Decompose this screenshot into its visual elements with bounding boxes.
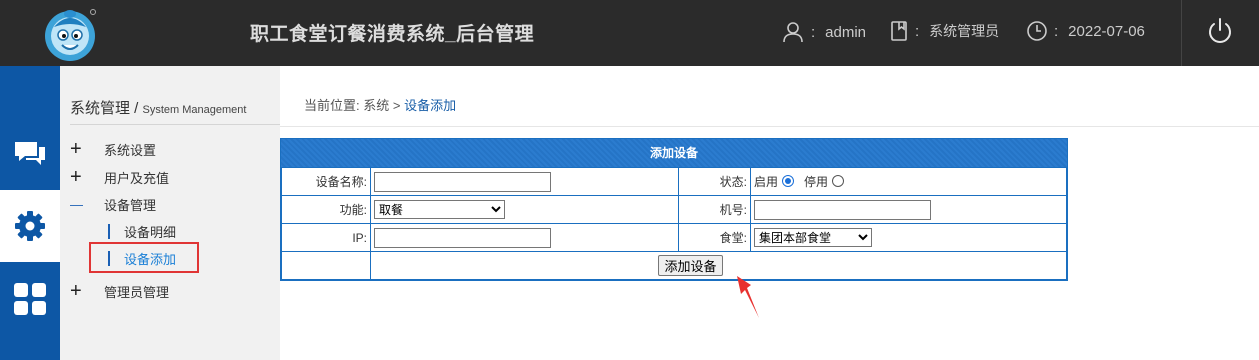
form-row: IP: 食堂: 集团本部食堂 bbox=[281, 223, 1067, 252]
annotation-arrow bbox=[737, 276, 759, 318]
annotation-highlight-box bbox=[89, 242, 199, 273]
sidebar-item-label: 管理员管理 bbox=[104, 284, 170, 300]
ip-label: IP: bbox=[281, 223, 371, 252]
header-divider bbox=[1181, 0, 1182, 66]
power-button[interactable] bbox=[1205, 16, 1235, 46]
add-device-button[interactable]: 添加设备 bbox=[658, 255, 723, 276]
device-name-input[interactable] bbox=[374, 171, 551, 192]
power-icon bbox=[1209, 18, 1231, 43]
status-disabled-radio[interactable] bbox=[832, 175, 845, 187]
ip-input[interactable] bbox=[374, 227, 551, 248]
gear-icon bbox=[15, 211, 45, 241]
expand-plus-icon: + bbox=[70, 138, 82, 160]
sidebar-title-en: System Management bbox=[142, 104, 247, 116]
rail-apps-button[interactable] bbox=[0, 263, 60, 335]
status-label: 状态: bbox=[678, 167, 751, 196]
breadcrumb-divider bbox=[280, 126, 1259, 127]
breadcrumb: 当前位置: 系统 > 设备添加 bbox=[304, 95, 456, 114]
user-icon bbox=[783, 22, 803, 43]
canteen-label: 食堂: bbox=[678, 223, 751, 252]
role-separator: : bbox=[915, 22, 920, 40]
sidebar-title: 系统管理 / System Management bbox=[70, 97, 246, 118]
sidebar-item-admin-management[interactable]: + 管理员管理 bbox=[70, 281, 169, 301]
date-separator: : bbox=[1054, 22, 1059, 40]
book-icon bbox=[891, 21, 907, 41]
status-disabled-label: 停用 bbox=[804, 175, 829, 189]
top-header: 职工食堂订餐消费系统_后台管理 : admin : 系统管理员 : 2022-0… bbox=[0, 0, 1259, 66]
function-select[interactable]: 取餐 bbox=[374, 200, 505, 219]
sidebar: 系统管理 / System Management + 系统设置 + 用户及充值 … bbox=[60, 66, 280, 360]
sidebar-item-label: 系统设置 bbox=[104, 142, 157, 158]
sidebar-item-label: 设备管理 bbox=[104, 198, 157, 213]
date-info: : 2022-07-06 bbox=[1026, 20, 1145, 42]
breadcrumb-current: 设备添加 bbox=[404, 98, 457, 113]
sidebar-title-cn: 系统管理 bbox=[70, 100, 131, 117]
expand-plus-icon: + bbox=[70, 280, 82, 302]
add-device-form: 添加设备 设备名称: 状态: 启用 停用 功能: 取餐 机号: IP: 食堂: bbox=[280, 138, 1068, 281]
canteen-select[interactable]: 集团本部食堂 bbox=[754, 228, 872, 247]
form-row: 设备名称: 状态: 启用 停用 bbox=[281, 167, 1067, 196]
user-info: : admin bbox=[781, 20, 866, 44]
current-date: 2022-07-06 bbox=[1068, 22, 1145, 40]
breadcrumb-prefix: 当前位置: bbox=[304, 98, 360, 113]
app-title: 职工食堂订餐消费系统_后台管理 bbox=[250, 24, 535, 45]
collapse-minus-icon: — bbox=[70, 197, 83, 212]
status-enabled-radio[interactable] bbox=[782, 175, 795, 187]
breadcrumb-path[interactable]: 系统 > bbox=[363, 98, 400, 113]
user-separator: : bbox=[811, 23, 816, 41]
user-name: admin bbox=[825, 23, 867, 41]
machine-number-input[interactable] bbox=[754, 199, 931, 220]
device-name-label: 设备名称: bbox=[281, 167, 371, 196]
sidebar-item-system-settings[interactable]: + 系统设置 bbox=[70, 139, 156, 159]
rail-settings-button[interactable] bbox=[0, 190, 60, 262]
empty-cell bbox=[281, 251, 371, 280]
form-header: 添加设备 bbox=[281, 139, 1067, 167]
function-label: 功能: bbox=[281, 195, 371, 224]
sidebar-item-label: 用户及充值 bbox=[104, 170, 170, 186]
sidebar-title-sep: / bbox=[130, 100, 143, 117]
form-row: 添加设备 bbox=[281, 251, 1067, 280]
status-radio-group: 启用 停用 bbox=[750, 167, 1067, 196]
subitem-bar bbox=[108, 224, 110, 239]
grid-icon bbox=[14, 283, 46, 315]
form-row: 功能: 取餐 机号: bbox=[281, 195, 1067, 224]
sidebar-divider bbox=[70, 124, 280, 125]
sidebar-item-device-management[interactable]: — 设备管理 bbox=[70, 195, 156, 214]
clock-icon bbox=[1027, 21, 1047, 41]
chat-icon bbox=[15, 142, 45, 165]
role-name: 系统管理员 bbox=[929, 23, 1000, 39]
icon-rail bbox=[0, 66, 60, 360]
app-logo bbox=[40, 3, 100, 63]
form-table: 设备名称: 状态: 启用停用 功能: 取餐 机号: IP: 食堂: 集团本部食 bbox=[281, 167, 1067, 280]
expand-plus-icon: + bbox=[70, 166, 82, 188]
sidebar-subitem-device-detail[interactable]: 设备明细 bbox=[108, 222, 176, 241]
sidebar-item-users-recharge[interactable]: + 用户及充值 bbox=[70, 167, 169, 187]
machine-number-label: 机号: bbox=[678, 195, 751, 224]
sidebar-subitem-label: 设备明细 bbox=[124, 225, 177, 240]
status-enabled-label: 启用 bbox=[754, 175, 779, 189]
role-info: : 系统管理员 bbox=[889, 20, 999, 42]
rail-chat-button[interactable] bbox=[0, 117, 60, 189]
